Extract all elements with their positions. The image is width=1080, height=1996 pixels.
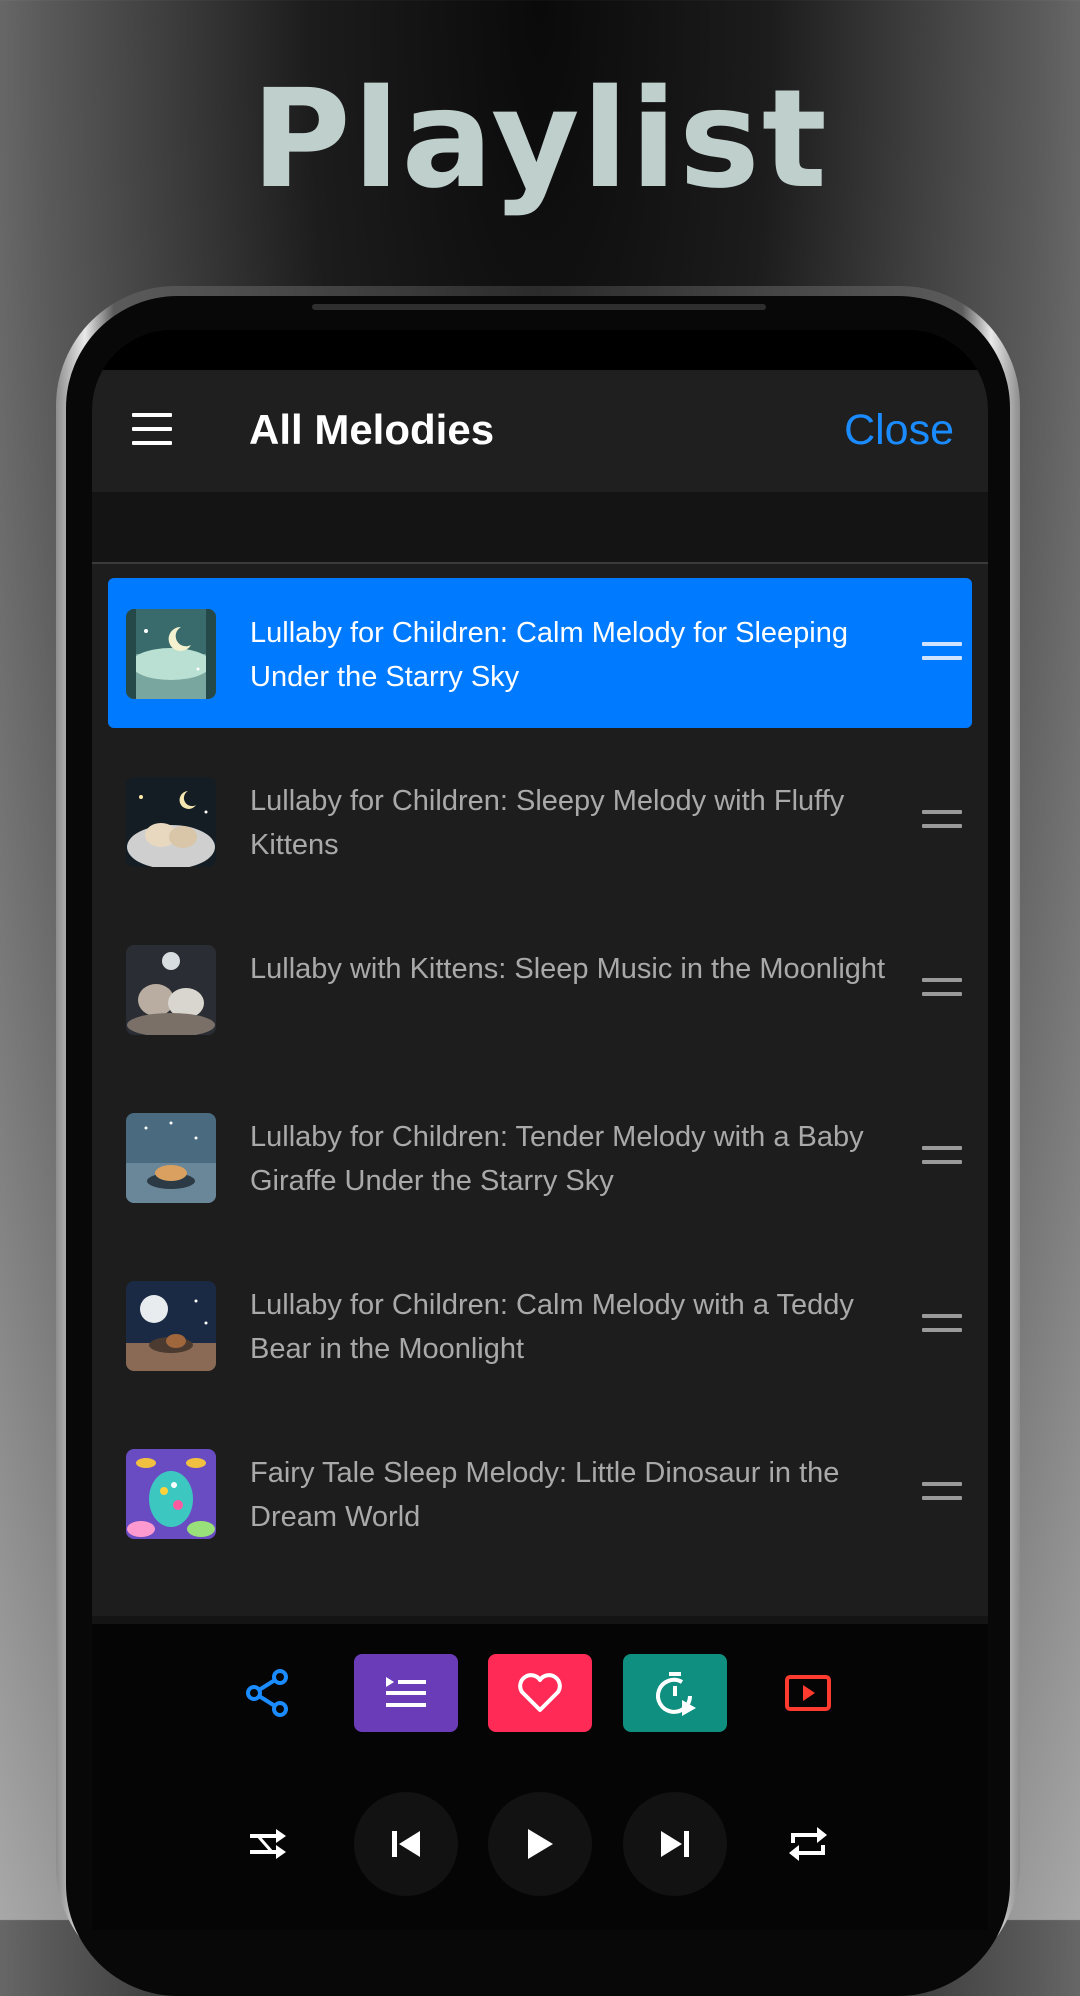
track-title: Lullaby with Kittens: Sleep Music in the…: [250, 953, 886, 985]
previous-icon: [392, 1831, 420, 1857]
video-play-icon: [785, 1675, 831, 1711]
previous-button[interactable]: [354, 1792, 458, 1896]
drag-handle-icon[interactable]: [922, 1482, 962, 1504]
track-thumbnail: [126, 1281, 216, 1371]
drag-handle-icon[interactable]: [922, 978, 962, 1000]
queue-button[interactable]: [354, 1654, 458, 1732]
favorite-button[interactable]: [488, 1654, 592, 1732]
play-icon: [528, 1829, 553, 1859]
player-panel: [92, 1616, 988, 1930]
list-item[interactable]: Lullaby for Children: Sleepy Melody with…: [108, 746, 972, 896]
close-button[interactable]: Close: [844, 400, 954, 460]
share-button[interactable]: [228, 1654, 308, 1732]
shuffle-icon: [250, 1829, 286, 1859]
next-icon: [661, 1831, 689, 1857]
app-screen: All Melodies Close Lullaby for Children:…: [92, 330, 988, 1930]
track-title: Fairy Tale Sleep Melody: Little Dinosaur…: [250, 1457, 840, 1533]
heart-icon: [518, 1673, 562, 1712]
promo-title: Playlist: [251, 61, 829, 219]
queue-list-icon: [386, 1677, 426, 1707]
page-title: All Melodies: [249, 406, 495, 453]
repeat-button[interactable]: [768, 1804, 848, 1884]
repeat-icon: [789, 1827, 827, 1861]
timer-icon: [656, 1672, 696, 1716]
drag-handle-icon[interactable]: [922, 642, 962, 664]
track-thumbnail: [126, 609, 216, 699]
list-item[interactable]: Lullaby for Children: Calm Melody for Sl…: [108, 578, 972, 728]
track-thumbnail: [126, 1113, 216, 1203]
hamburger-menu-icon[interactable]: [132, 413, 172, 449]
video-button[interactable]: [768, 1654, 848, 1732]
drag-handle-icon[interactable]: [922, 810, 962, 832]
track-title: Lullaby for Children: Tender Melody with…: [250, 1121, 864, 1197]
list-item[interactable]: Fairy Tale Sleep Melody: Little Dinosaur…: [108, 1418, 972, 1568]
list-item[interactable]: Lullaby for Children: Tender Melody with…: [108, 1082, 972, 1232]
app-bar: All Melodies Close: [92, 370, 988, 492]
track-title: Lullaby for Children: Calm Melody with a…: [250, 1289, 854, 1365]
track-thumbnail: [126, 1449, 216, 1539]
track-thumbnail: [126, 945, 216, 1035]
sleep-timer-button[interactable]: [623, 1654, 727, 1732]
phone-speaker: [312, 304, 766, 310]
next-button[interactable]: [623, 1792, 727, 1896]
status-bar: [92, 330, 988, 370]
list-item[interactable]: Lullaby for Children: Calm Melody with a…: [108, 1250, 972, 1400]
track-title: Lullaby for Children: Sleepy Melody with…: [250, 785, 845, 861]
share-icon: [246, 1669, 288, 1717]
play-button[interactable]: [488, 1792, 592, 1896]
track-title: Lullaby for Children: Calm Melody for Sl…: [250, 617, 849, 693]
drag-handle-icon[interactable]: [922, 1146, 962, 1168]
spacer-band: [92, 492, 988, 564]
playlist-list: Lullaby for Children: Calm Melody for Sl…: [92, 564, 988, 1616]
shuffle-button[interactable]: [228, 1804, 308, 1884]
track-thumbnail: [126, 777, 216, 867]
drag-handle-icon[interactable]: [922, 1314, 962, 1336]
list-item[interactable]: Lullaby with Kittens: Sleep Music in the…: [108, 914, 972, 1064]
